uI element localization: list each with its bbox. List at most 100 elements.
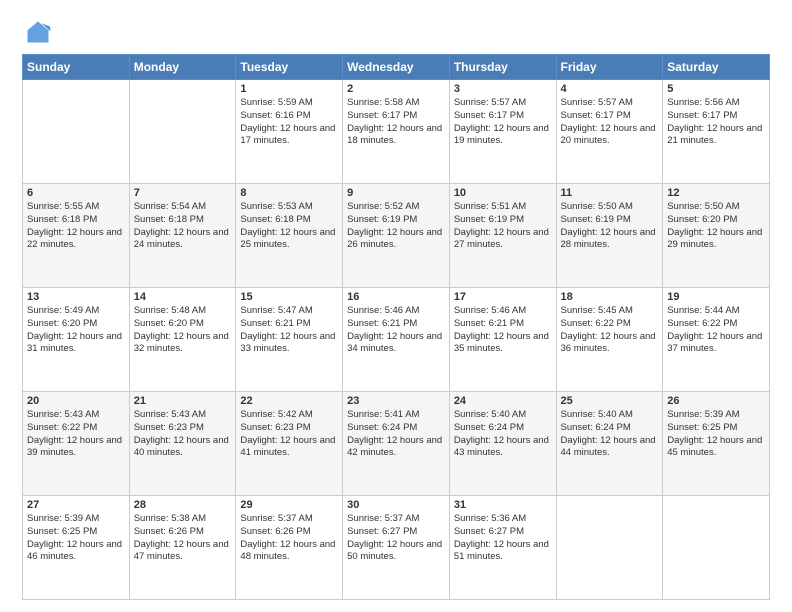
day-number: 23 bbox=[347, 395, 445, 407]
calendar-cell: 4Sunrise: 5:57 AMSunset: 6:17 PMDaylight… bbox=[556, 80, 663, 184]
week-row-2: 6Sunrise: 5:55 AMSunset: 6:18 PMDaylight… bbox=[23, 184, 770, 288]
cell-info: Sunrise: 5:39 AMSunset: 6:25 PMDaylight:… bbox=[27, 513, 125, 564]
header bbox=[22, 18, 770, 46]
day-number: 27 bbox=[27, 499, 125, 511]
calendar-cell: 26Sunrise: 5:39 AMSunset: 6:25 PMDayligh… bbox=[663, 392, 770, 496]
day-number: 12 bbox=[667, 187, 765, 199]
calendar-body: 1Sunrise: 5:59 AMSunset: 6:16 PMDaylight… bbox=[23, 80, 770, 600]
calendar-cell: 28 Sunrise: 5:38 AMSunset: 6:26 PMDayligh… bbox=[129, 496, 236, 600]
page: SundayMondayTuesdayWednesdayThursdayFrid… bbox=[0, 0, 792, 612]
calendar-cell bbox=[23, 80, 130, 184]
week-row-1: 1Sunrise: 5:59 AMSunset: 6:16 PMDaylight… bbox=[23, 80, 770, 184]
calendar-cell: 18 Sunrise: 5:45 AMSunset: 6:22 PMDayligh… bbox=[556, 288, 663, 392]
day-number: 7 bbox=[134, 187, 232, 199]
day-number: 5 bbox=[667, 83, 765, 95]
day-number: 18 bbox=[561, 291, 659, 303]
day-number: 10 bbox=[454, 187, 552, 199]
calendar-cell: 17 Sunrise: 5:46 AMSunset: 6:21 PMDayligh… bbox=[449, 288, 556, 392]
day-header-saturday: Saturday bbox=[663, 55, 770, 80]
calendar-cell bbox=[663, 496, 770, 600]
cell-info: Sunrise: 5:46 AMSunset: 6:21 PMDaylight:… bbox=[454, 305, 552, 356]
day-number: 9 bbox=[347, 187, 445, 199]
day-header-thursday: Thursday bbox=[449, 55, 556, 80]
day-header-sunday: Sunday bbox=[23, 55, 130, 80]
calendar-cell bbox=[129, 80, 236, 184]
day-number: 28 bbox=[134, 499, 232, 511]
week-row-5: 27 Sunrise: 5:39 AMSunset: 6:25 PMDayligh… bbox=[23, 496, 770, 600]
day-header-monday: Monday bbox=[129, 55, 236, 80]
day-number: 6 bbox=[27, 187, 125, 199]
cell-info: Sunrise: 5:36 AMSunset: 6:27 PMDaylight:… bbox=[454, 513, 552, 564]
day-header-wednesday: Wednesday bbox=[343, 55, 450, 80]
cell-info: Sunrise: 5:38 AMSunset: 6:26 PMDaylight:… bbox=[134, 513, 232, 564]
cell-info: Sunrise: 5:47 AMSunset: 6:21 PMDaylight:… bbox=[240, 305, 338, 356]
cell-info: Sunrise: 5:50 AMSunset: 6:19 PMDaylight:… bbox=[561, 201, 659, 252]
cell-info: Sunrise: 5:39 AMSunset: 6:25 PMDaylight:… bbox=[667, 409, 765, 460]
day-number: 11 bbox=[561, 187, 659, 199]
calendar-cell: 7 Sunrise: 5:54 AMSunset: 6:18 PMDaylight… bbox=[129, 184, 236, 288]
cell-info: Sunrise: 5:37 AMSunset: 6:26 PMDaylight:… bbox=[240, 513, 338, 564]
cell-info: Sunrise: 5:37 AMSunset: 6:27 PMDaylight:… bbox=[347, 513, 445, 564]
day-number: 17 bbox=[454, 291, 552, 303]
cell-info: Sunrise: 5:40 AMSunset: 6:24 PMDaylight:… bbox=[454, 409, 552, 460]
cell-info: Sunrise: 5:44 AMSunset: 6:22 PMDaylight:… bbox=[667, 305, 765, 356]
calendar-cell: 16Sunrise: 5:46 AMSunset: 6:21 PMDayligh… bbox=[343, 288, 450, 392]
calendar-cell: 23 Sunrise: 5:41 AMSunset: 6:24 PMDayligh… bbox=[343, 392, 450, 496]
day-number: 4 bbox=[561, 83, 659, 95]
cell-info: Sunrise: 5:54 AMSunset: 6:18 PMDaylight:… bbox=[134, 201, 232, 252]
calendar-cell: 2 Sunrise: 5:58 AMSunset: 6:17 PMDaylight… bbox=[343, 80, 450, 184]
cell-info: Sunrise: 5:42 AMSunset: 6:23 PMDaylight:… bbox=[240, 409, 338, 460]
cell-info: Sunrise: 5:58 AMSunset: 6:17 PMDaylight:… bbox=[347, 97, 445, 148]
day-number: 24 bbox=[454, 395, 552, 407]
day-number: 3 bbox=[454, 83, 552, 95]
cell-info: Sunrise: 5:43 AMSunset: 6:23 PMDaylight:… bbox=[134, 409, 232, 460]
calendar-cell: 10Sunrise: 5:51 AMSunset: 6:19 PMDayligh… bbox=[449, 184, 556, 288]
calendar-cell: 30 Sunrise: 5:37 AMSunset: 6:27 PMDayligh… bbox=[343, 496, 450, 600]
day-number: 20 bbox=[27, 395, 125, 407]
cell-info: Sunrise: 5:50 AMSunset: 6:20 PMDaylight:… bbox=[667, 201, 765, 252]
calendar-cell: 27 Sunrise: 5:39 AMSunset: 6:25 PMDayligh… bbox=[23, 496, 130, 600]
cell-info: Sunrise: 5:40 AMSunset: 6:24 PMDaylight:… bbox=[561, 409, 659, 460]
cell-info: Sunrise: 5:41 AMSunset: 6:24 PMDaylight:… bbox=[347, 409, 445, 460]
calendar-cell: 25 Sunrise: 5:40 AMSunset: 6:24 PMDayligh… bbox=[556, 392, 663, 496]
days-row: SundayMondayTuesdayWednesdayThursdayFrid… bbox=[23, 55, 770, 80]
calendar-cell: 24 Sunrise: 5:40 AMSunset: 6:24 PMDayligh… bbox=[449, 392, 556, 496]
day-number: 15 bbox=[240, 291, 338, 303]
day-number: 13 bbox=[27, 291, 125, 303]
cell-info: Sunrise: 5:56 AMSunset: 6:17 PMDaylight:… bbox=[667, 97, 765, 148]
week-row-3: 13 Sunrise: 5:49 AMSunset: 6:20 PMDayligh… bbox=[23, 288, 770, 392]
cell-info: Sunrise: 5:49 AMSunset: 6:20 PMDaylight:… bbox=[27, 305, 125, 356]
day-number: 2 bbox=[347, 83, 445, 95]
calendar-cell: 22 Sunrise: 5:42 AMSunset: 6:23 PMDayligh… bbox=[236, 392, 343, 496]
day-header-friday: Friday bbox=[556, 55, 663, 80]
day-number: 22 bbox=[240, 395, 338, 407]
day-number: 8 bbox=[240, 187, 338, 199]
cell-info: Sunrise: 5:52 AMSunset: 6:19 PMDaylight:… bbox=[347, 201, 445, 252]
day-number: 21 bbox=[134, 395, 232, 407]
calendar-cell: 20 Sunrise: 5:43 AMSunset: 6:22 PMDayligh… bbox=[23, 392, 130, 496]
day-number: 30 bbox=[347, 499, 445, 511]
calendar-cell: 13 Sunrise: 5:49 AMSunset: 6:20 PMDayligh… bbox=[23, 288, 130, 392]
calendar-cell: 12 Sunrise: 5:50 AMSunset: 6:20 PMDayligh… bbox=[663, 184, 770, 288]
day-number: 25 bbox=[561, 395, 659, 407]
calendar-cell: 8Sunrise: 5:53 AMSunset: 6:18 PMDaylight… bbox=[236, 184, 343, 288]
calendar-cell: 11 Sunrise: 5:50 AMSunset: 6:19 PMDayligh… bbox=[556, 184, 663, 288]
day-number: 31 bbox=[454, 499, 552, 511]
calendar-cell: 31 Sunrise: 5:36 AMSunset: 6:27 PMDayligh… bbox=[449, 496, 556, 600]
logo-icon bbox=[24, 18, 52, 46]
calendar-cell: 6Sunrise: 5:55 AMSunset: 6:18 PMDaylight… bbox=[23, 184, 130, 288]
cell-info: Sunrise: 5:43 AMSunset: 6:22 PMDaylight:… bbox=[27, 409, 125, 460]
calendar-cell: 9 Sunrise: 5:52 AMSunset: 6:19 PMDaylight… bbox=[343, 184, 450, 288]
cell-info: Sunrise: 5:46 AMSunset: 6:21 PMDaylight:… bbox=[347, 305, 445, 356]
calendar-table: SundayMondayTuesdayWednesdayThursdayFrid… bbox=[22, 54, 770, 600]
cell-info: Sunrise: 5:59 AMSunset: 6:16 PMDaylight:… bbox=[240, 97, 338, 148]
calendar-cell: 3Sunrise: 5:57 AMSunset: 6:17 PMDaylight… bbox=[449, 80, 556, 184]
calendar-cell: 29 Sunrise: 5:37 AMSunset: 6:26 PMDayligh… bbox=[236, 496, 343, 600]
calendar-cell: 19Sunrise: 5:44 AMSunset: 6:22 PMDayligh… bbox=[663, 288, 770, 392]
calendar-header: SundayMondayTuesdayWednesdayThursdayFrid… bbox=[23, 55, 770, 80]
day-header-tuesday: Tuesday bbox=[236, 55, 343, 80]
cell-info: Sunrise: 5:45 AMSunset: 6:22 PMDaylight:… bbox=[561, 305, 659, 356]
calendar-cell: 1Sunrise: 5:59 AMSunset: 6:16 PMDaylight… bbox=[236, 80, 343, 184]
calendar-cell bbox=[556, 496, 663, 600]
day-number: 29 bbox=[240, 499, 338, 511]
